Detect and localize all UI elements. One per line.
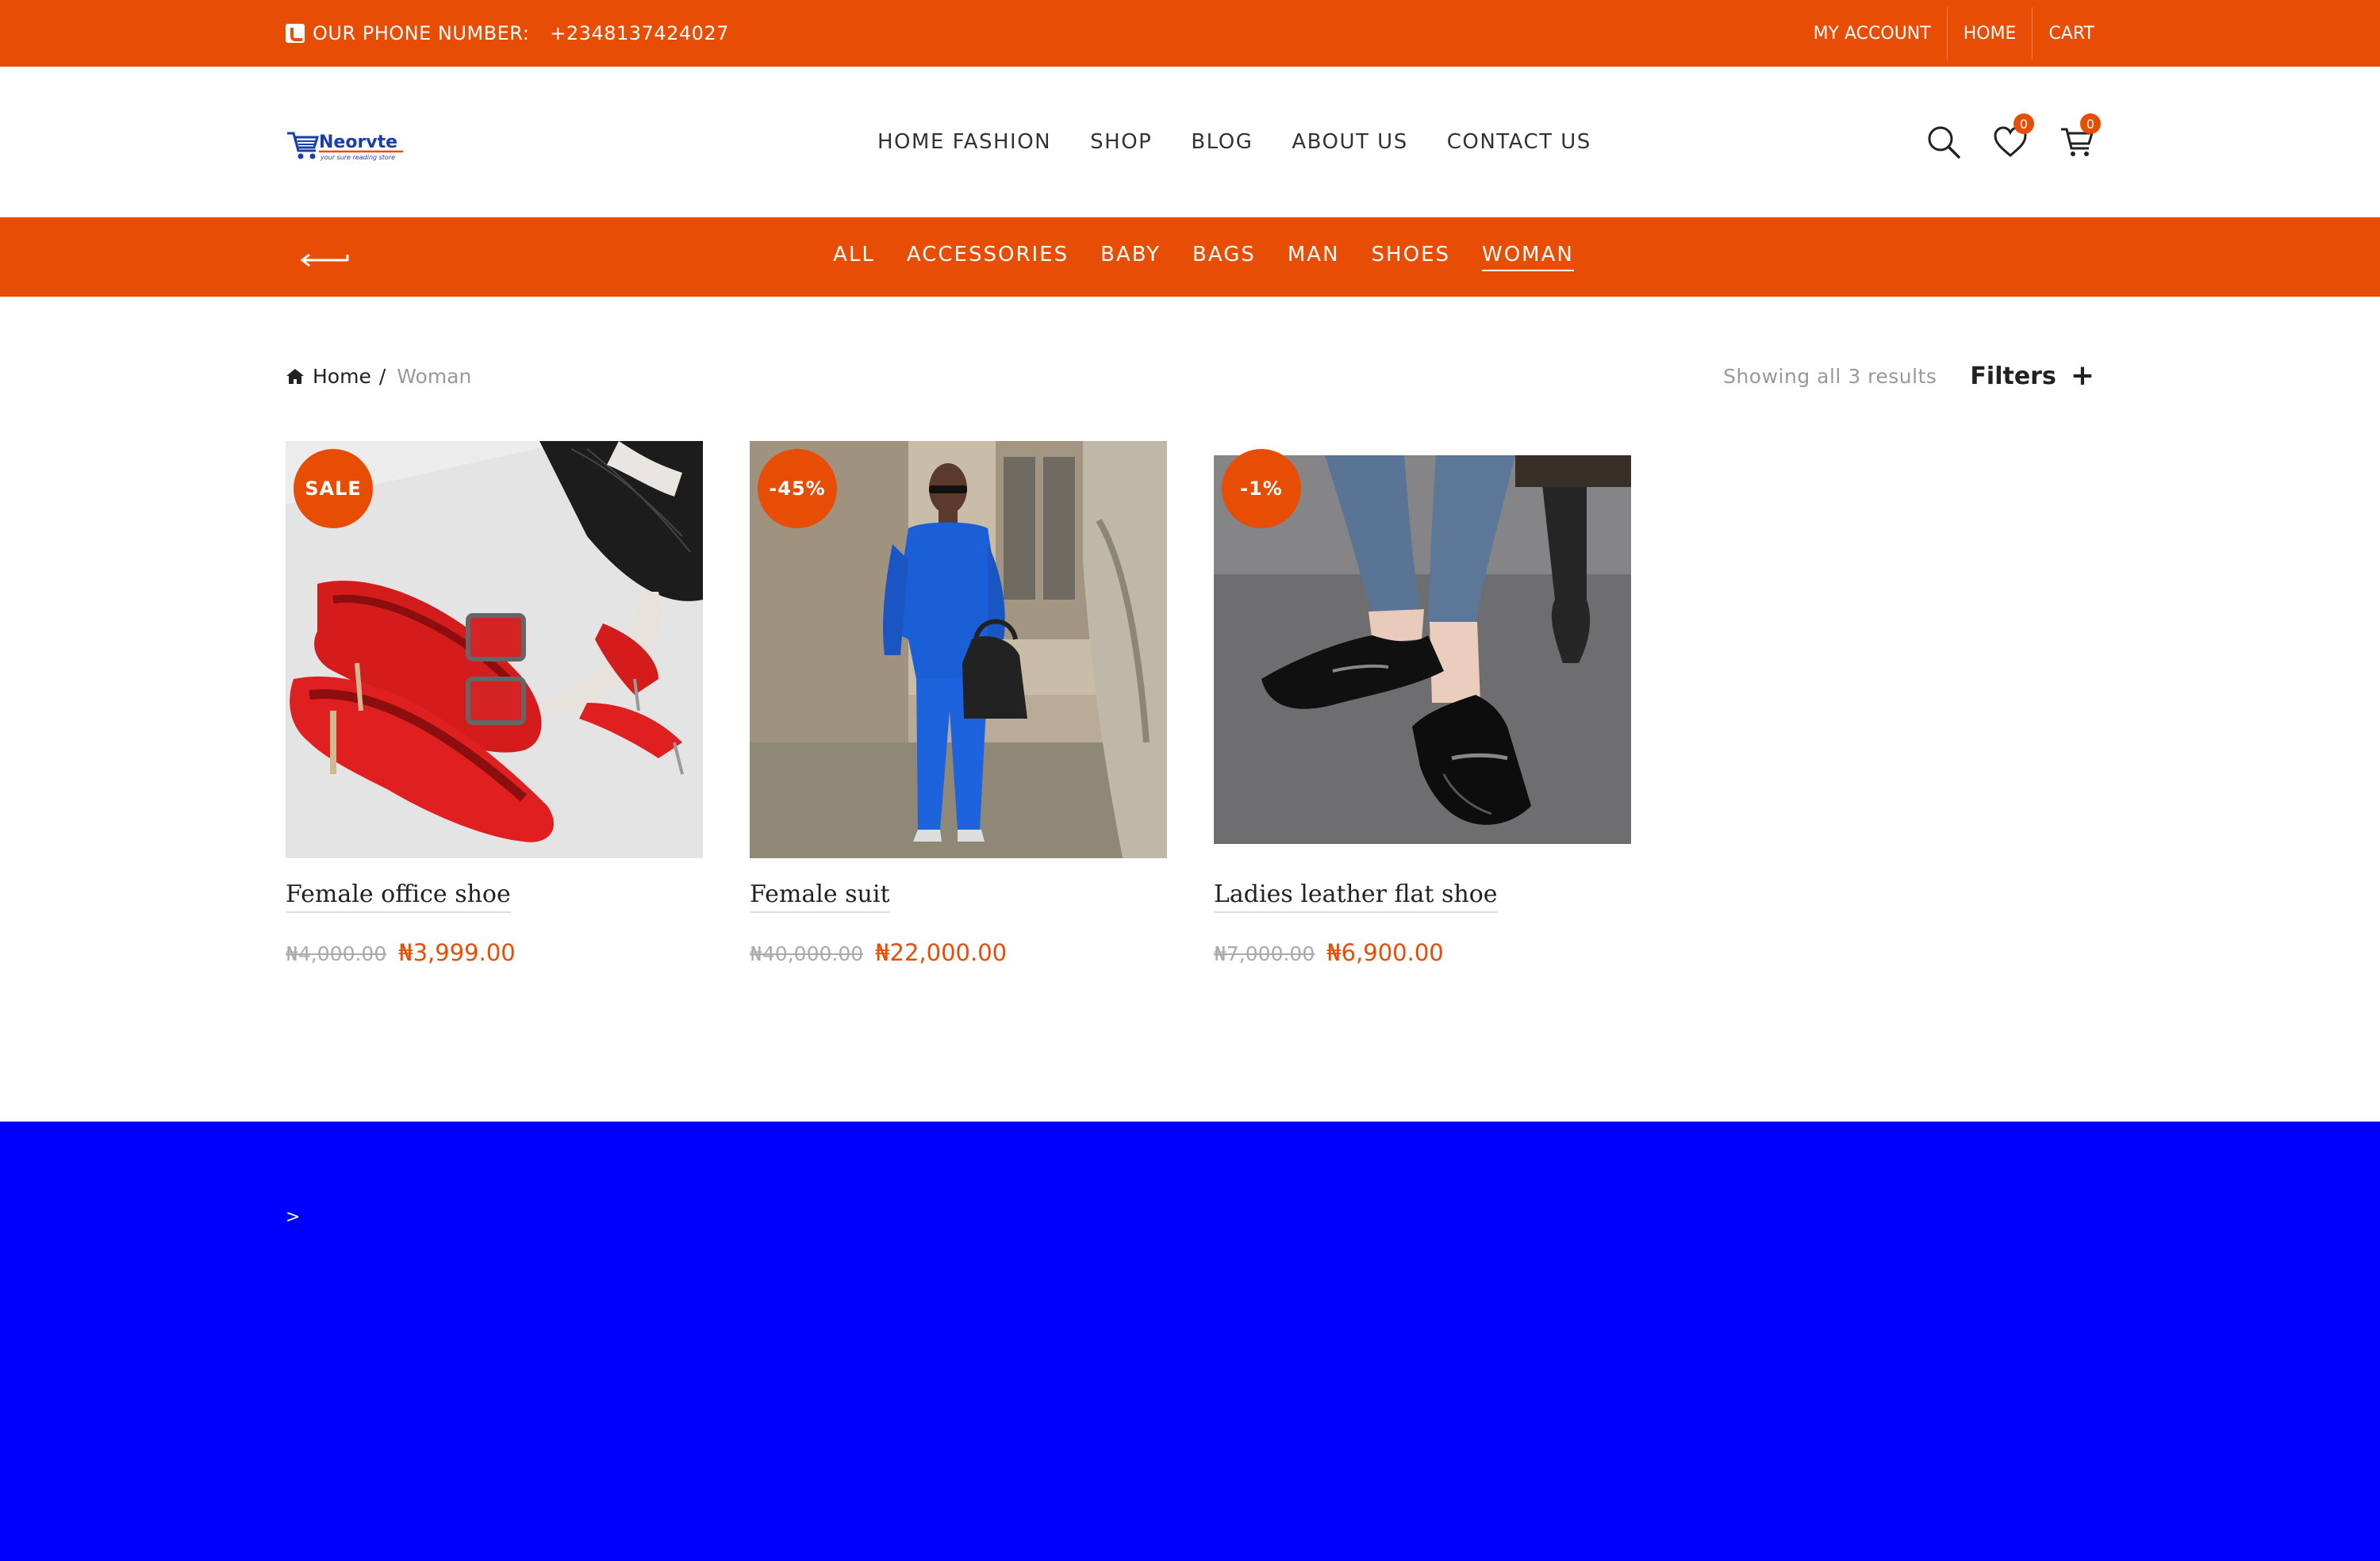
breadcrumb-separator: / (378, 364, 386, 388)
nav-shop[interactable]: SHOP (1090, 130, 1152, 154)
home-icon (286, 369, 304, 384)
nav-blog[interactable]: BLOG (1191, 130, 1253, 154)
sale-badge: -1% (1222, 449, 1301, 528)
svg-text:your sure reading store: your sure reading store (320, 154, 395, 161)
category-bags[interactable]: BAGS (1192, 243, 1256, 271)
cart-link[interactable]: CART (2032, 7, 2094, 59)
site-logo[interactable]: Neorvte your sure reading store (286, 127, 405, 163)
cart-button[interactable]: 0 (2059, 113, 2101, 159)
old-price: ₦40,000.00 (750, 942, 864, 965)
product-image[interactable]: SALE (286, 441, 703, 858)
plus-icon: + (2070, 359, 2094, 392)
product-card: -1% Ladies leather flat shoe ₦7,000.00 ₦… (1214, 441, 1631, 966)
search-icon (1928, 126, 1960, 159)
sale-badge: SALE (294, 449, 373, 528)
breadcrumb-home-link[interactable]: Home (313, 365, 371, 388)
product-card: -45% Female suit ₦40,000.00 ₦22,000.00 (750, 441, 1167, 966)
filters-label: Filters (1970, 362, 2056, 390)
wishlist-button[interactable]: 0 (1993, 113, 2034, 159)
old-price: ₦7,000.00 (1214, 942, 1315, 965)
sale-price: ₦22,000.00 (875, 939, 1008, 966)
sale-price: ₦3,999.00 (398, 939, 516, 966)
filters-toggle[interactable]: Filters + (1970, 362, 2094, 390)
product-image[interactable]: -45% (750, 441, 1167, 858)
site-footer: > (0, 1122, 2380, 1561)
category-shoes[interactable]: SHOES (1372, 243, 1450, 271)
product-price: ₦40,000.00 ₦22,000.00 (750, 939, 1007, 966)
nav-contact-us[interactable]: CONTACT US (1447, 130, 1591, 154)
category-all[interactable]: ALL (833, 243, 875, 271)
header-icons: 0 0 (1894, 67, 2101, 217)
category-baby[interactable]: BABY (1100, 243, 1161, 271)
back-arrow-icon[interactable] (298, 246, 349, 270)
cart-count-badge: 0 (2080, 113, 2101, 134)
product-price: ₦7,000.00 ₦6,900.00 (1214, 939, 1444, 966)
top-links: MY ACCOUNT HOME CART (1798, 0, 2094, 67)
category-accessories[interactable]: ACCESSORIES (907, 243, 1069, 271)
category-man[interactable]: MAN (1288, 243, 1340, 271)
svg-text:Neorvte: Neorvte (319, 132, 397, 152)
nav-home-fashion[interactable]: HOME FASHION (877, 130, 1051, 154)
search-button[interactable] (1926, 125, 1961, 159)
phone-number: +2348137424027 (550, 22, 729, 44)
shop-tools: Showing all 3 results Filters + (1723, 359, 2094, 393)
home-link[interactable]: HOME (1946, 7, 2033, 59)
product-price: ₦4,000.00 ₦3,999.00 (286, 939, 516, 966)
logo-image: Neorvte your sure reading store (287, 132, 403, 161)
site-header: Neorvte your sure reading store HOME FAS… (0, 67, 2380, 217)
category-woman[interactable]: WOMAN (1482, 243, 1574, 271)
phone-info: OUR PHONE NUMBER: +2348137424027 (286, 0, 729, 67)
breadcrumb: Home / Woman (286, 362, 471, 390)
category-bar: ALL ACCESSORIES BABY BAGS MAN SHOES WOMA… (0, 217, 2380, 297)
my-account-link[interactable]: MY ACCOUNT (1798, 7, 1947, 59)
main-nav: HOME FASHION SHOP BLOG ABOUT US CONTACT … (877, 67, 1591, 217)
wishlist-count-badge: 0 (2013, 113, 2034, 134)
top-bar: OUR PHONE NUMBER: +2348137424027 MY ACCO… (0, 0, 2380, 67)
phone-label: OUR PHONE NUMBER: (313, 22, 530, 44)
breadcrumb-current: Woman (397, 364, 472, 388)
product-title[interactable]: Female office shoe (286, 880, 511, 913)
sale-badge: -45% (758, 449, 837, 528)
product-image[interactable]: -1% (1214, 441, 1631, 858)
sale-price: ₦6,900.00 (1326, 939, 1444, 966)
category-nav: ALL ACCESSORIES BABY BAGS MAN SHOES WOMA… (0, 217, 2380, 297)
phone-icon (286, 24, 305, 43)
old-price: ₦4,000.00 (286, 942, 387, 965)
product-title[interactable]: Female suit (750, 880, 890, 913)
results-count: Showing all 3 results (1723, 364, 1937, 388)
product-title[interactable]: Ladies leather flat shoe (1214, 880, 1498, 913)
product-card: SALE Female office shoe ₦4,000.00 ₦3,999… (286, 441, 703, 966)
footer-text: > (286, 1207, 301, 1227)
nav-about-us[interactable]: ABOUT US (1292, 130, 1407, 154)
